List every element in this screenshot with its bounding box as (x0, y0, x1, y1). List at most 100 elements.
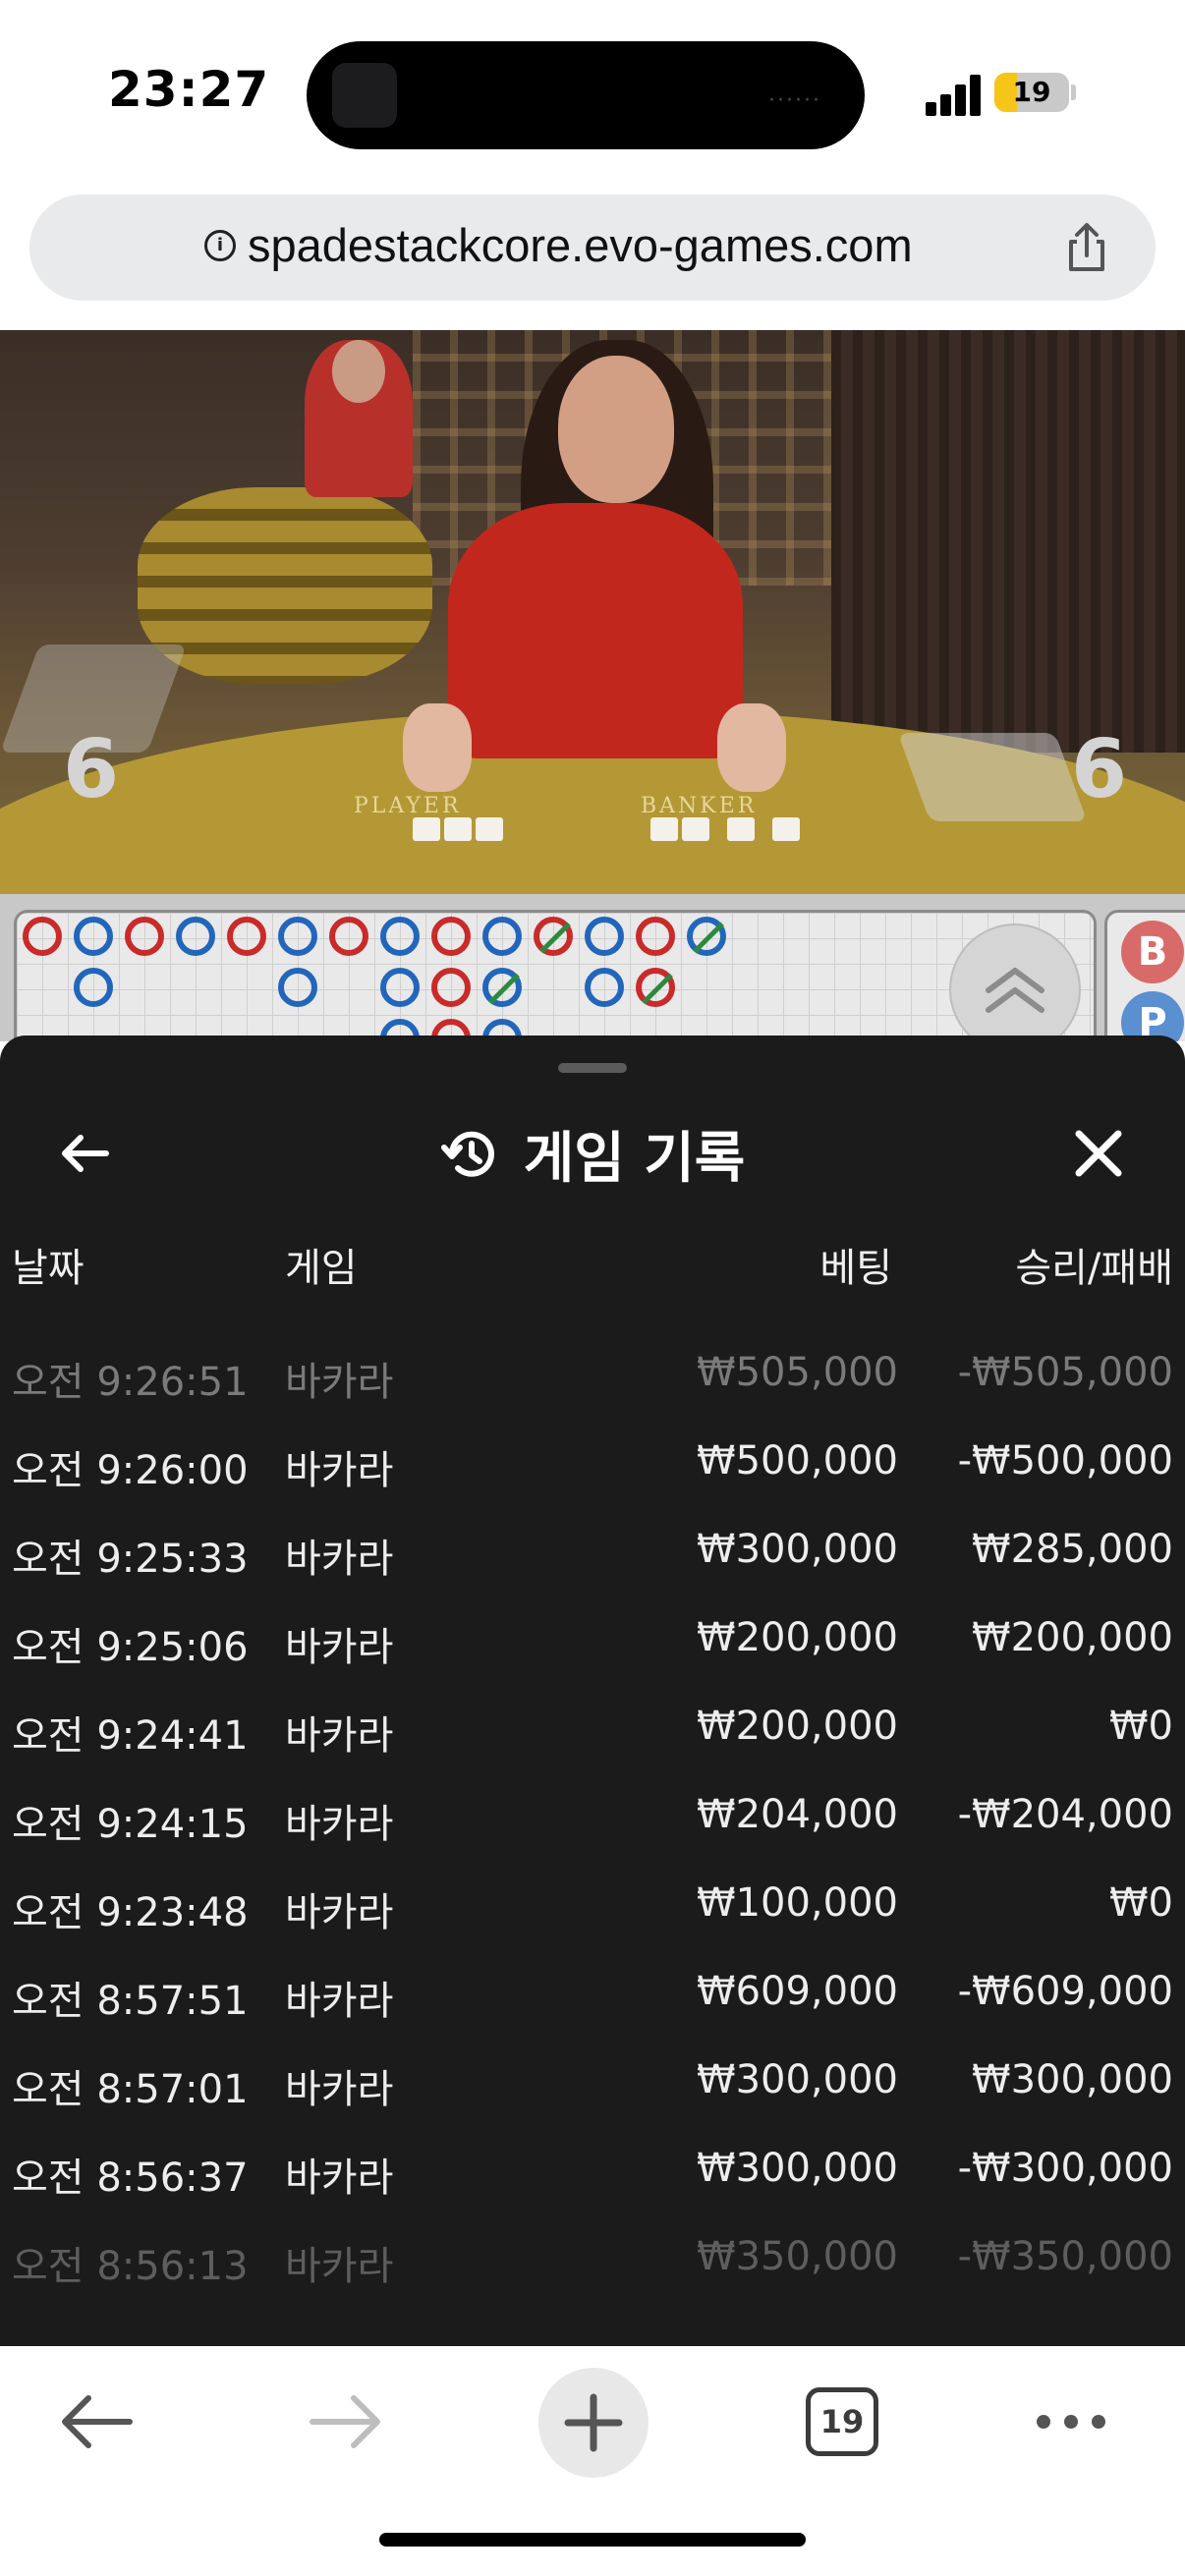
more-icon[interactable] (1032, 2397, 1110, 2446)
row-win-loss: ₩0 (1109, 1704, 1173, 1749)
row-game: 바카라 (285, 2156, 394, 2201)
home-indicator[interactable] (379, 2533, 806, 2547)
row-bet: ₩200,000 (697, 1615, 898, 1660)
history-icon (440, 1131, 494, 1177)
sheet-title: 게임 기록 (523, 1127, 746, 1191)
sheet-header: 게임 기록 (0, 1114, 1185, 1194)
history-table: 오전 9:26:51 바카라 ₩505,000 -₩505,000 오전 9:2… (0, 1330, 1185, 2303)
card-shoe (897, 733, 1088, 821)
row-date: 오전 8:57:51 (12, 1979, 249, 2024)
row-game: 바카라 (285, 1360, 394, 1405)
history-row[interactable]: 오전 9:23:48 바카라 ₩100,000 ₩0 (0, 1861, 1185, 1949)
road-bead-player (278, 917, 317, 956)
row-date: 오전 8:56:13 (12, 2244, 249, 2289)
row-win-loss: -₩500,000 (957, 1438, 1173, 1484)
forward-arrow-icon[interactable] (305, 2387, 387, 2456)
player-card (476, 817, 503, 841)
roadmap-side-panel: B P (1104, 910, 1185, 1041)
row-game: 바카라 (285, 1713, 394, 1759)
row-date: 오전 9:26:51 (12, 1360, 249, 1405)
road-bead-banker-tie (636, 968, 675, 1007)
status-bar: 23:27 ······ 19 (0, 0, 1185, 187)
road-bead-banker-tie (534, 917, 573, 956)
road-bead-player (380, 968, 420, 1007)
cellular-signal-icon (926, 71, 983, 116)
sheet-grabber[interactable] (558, 1063, 627, 1073)
new-tab-button[interactable] (538, 2368, 649, 2478)
row-game: 바카라 (285, 1802, 394, 1847)
live-video-stream[interactable]: PLAYER BANKER 6 6 (0, 330, 1185, 894)
island-dots: ······ (768, 88, 821, 113)
road-bead-banker (227, 917, 266, 956)
battery-tip (1071, 84, 1076, 100)
row-bet: ₩300,000 (697, 1527, 898, 1572)
history-row[interactable]: 오전 9:25:33 바카라 ₩300,000 ₩285,000 (0, 1507, 1185, 1596)
banker-predict-chip[interactable]: B (1121, 921, 1184, 983)
row-bet: ₩204,000 (697, 1792, 898, 1837)
row-bet: ₩300,000 (697, 2057, 898, 2102)
road-bead-banker (431, 917, 471, 956)
address-bar[interactable]: i spadestackcore.evo-games.com (29, 195, 1156, 301)
row-bet: ₩100,000 (697, 1880, 898, 1926)
row-date: 오전 9:26:00 (12, 1448, 249, 1493)
share-icon[interactable] (1059, 220, 1114, 275)
player-table-label: PLAYER (354, 794, 462, 818)
row-game: 바카라 (285, 1537, 394, 1582)
road-bead-player (176, 917, 215, 956)
battery-level: 19 (1012, 76, 1051, 108)
row-game: 바카라 (285, 1625, 394, 1670)
history-row[interactable]: 오전 9:26:00 바카라 ₩500,000 -₩500,000 (0, 1419, 1185, 1507)
dealer-face (558, 356, 674, 503)
history-row[interactable]: 오전 9:26:51 바카라 ₩505,000 -₩505,000 (0, 1330, 1185, 1419)
dealer-left-hand (403, 703, 472, 792)
road-bead-player (585, 968, 624, 1007)
road-bead-banker (125, 917, 164, 956)
back-arrow-icon[interactable] (55, 2387, 138, 2456)
row-win-loss: -₩350,000 (957, 2234, 1173, 2279)
road-bead-player (585, 917, 624, 956)
close-icon[interactable] (1069, 1124, 1128, 1183)
url-text: spadestackcore.evo-games.com (248, 219, 913, 271)
road-bead-banker (329, 917, 368, 956)
info-icon[interactable]: i (204, 230, 236, 261)
history-row[interactable]: 오전 9:25:06 바카라 ₩200,000 ₩200,000 (0, 1596, 1185, 1684)
row-win-loss: -₩609,000 (957, 1969, 1173, 2014)
bead-roadmap[interactable]: B P (0, 894, 1185, 1041)
road-bead-player (380, 917, 420, 956)
player-predict-chip[interactable]: P (1121, 991, 1184, 1041)
row-game: 바카라 (285, 1979, 394, 2024)
road-bead-player (278, 968, 317, 1007)
row-game: 바카라 (285, 2244, 394, 2289)
history-row[interactable]: 오전 8:57:51 바카라 ₩609,000 -₩609,000 (0, 1949, 1185, 2038)
road-bead-banker (23, 917, 62, 956)
history-row[interactable]: 오전 8:57:01 바카라 ₩300,000 ₩300,000 (0, 2038, 1185, 2126)
history-row[interactable]: 오전 9:24:15 바카라 ₩204,000 -₩204,000 (0, 1772, 1185, 1861)
column-header-game: 게임 (285, 1246, 358, 1291)
player-card (413, 817, 440, 841)
background-dealer-head (332, 340, 385, 403)
row-date: 오전 8:56:37 (12, 2156, 249, 2201)
dealer-right-hand (717, 703, 786, 792)
road-bead-player-tie (482, 968, 522, 1007)
road-bead-player (482, 917, 522, 956)
row-bet: ₩350,000 (697, 2234, 898, 2279)
history-row[interactable]: 오전 9:24:41 바카라 ₩200,000 ₩0 (0, 1684, 1185, 1772)
history-row[interactable]: 오전 8:56:13 바카라 ₩350,000 -₩350,000 (0, 2214, 1185, 2303)
row-bet: ₩300,000 (697, 2146, 898, 2191)
road-bead-banker (636, 917, 675, 956)
banker-card (682, 817, 709, 841)
column-header-date: 날짜 (12, 1246, 85, 1291)
dealer-body (448, 503, 743, 758)
banker-card (727, 817, 755, 841)
row-win-loss: -₩204,000 (957, 1792, 1173, 1837)
row-date: 오전 8:57:01 (12, 2067, 249, 2112)
banker-card (650, 817, 678, 841)
banker-table-label: BANKER (641, 794, 758, 818)
row-bet: ₩505,000 (697, 1350, 898, 1395)
road-bead-player-tie (687, 917, 726, 956)
history-row[interactable]: 오전 8:56:37 바카라 ₩300,000 -₩300,000 (0, 2126, 1185, 2214)
row-date: 오전 9:23:48 (12, 1890, 249, 1935)
status-time: 23:27 (108, 61, 270, 118)
tab-switcher-button[interactable]: 19 (806, 2387, 878, 2456)
row-win-loss: ₩0 (1109, 1880, 1173, 1926)
